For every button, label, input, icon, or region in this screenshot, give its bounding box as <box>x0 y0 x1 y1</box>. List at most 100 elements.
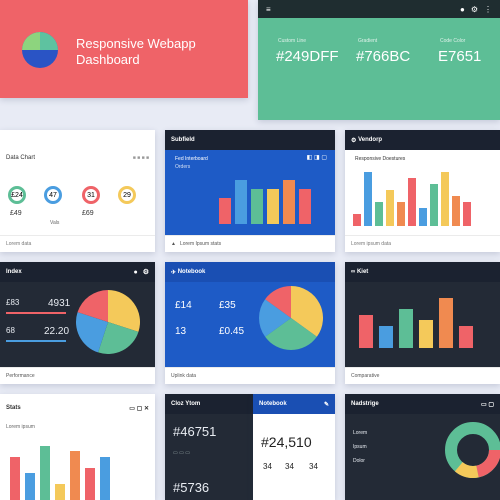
donut-legend-3: Dolor <box>353 458 365 464</box>
pie-dark-footer-text: Performance <box>6 373 35 379</box>
donut-chart <box>445 422 500 478</box>
pie-card-blue: ✈ Notebook £14 £35 13 £0.45 Uplink data <box>165 262 335 384</box>
bar-card-light-footer-text: Lorem ipsum data <box>351 241 392 247</box>
gauge-2: 47 <box>44 186 62 204</box>
pie-chart-1 <box>76 290 140 354</box>
hero-title-line1: Responsive Webapp <box>76 36 196 51</box>
bar-card-dark-header: ∞ Kiet <box>345 262 500 282</box>
bar-chart-1 <box>219 174 311 224</box>
chart-bar <box>10 456 20 500</box>
bar-card-blue-header: Subfield <box>165 130 335 150</box>
plane-icon: ✈ <box>171 269 177 276</box>
chart-controls[interactable]: ◧ ◨ ▢ <box>307 154 327 161</box>
pie-dark-v1: £83 <box>6 298 20 307</box>
donut-card-title: Nadstrige <box>351 401 379 407</box>
stat-label-2: Gradient <box>358 38 378 44</box>
donut-card: Nadstrige ▭ ▢ Lorem Ipsum Dolor <box>345 394 500 500</box>
footer-icon: ▲ <box>171 241 176 247</box>
donut-legend-2: Ipsum <box>353 444 367 450</box>
settings-small-icon[interactable]: ⚙ <box>351 137 356 144</box>
pie-card-dark-title: Index <box>6 269 22 275</box>
chart-bar <box>463 202 471 226</box>
numbers-card-light-header: Notebook ✎ <box>253 394 335 414</box>
bar-card-light-title: Vendorp <box>358 137 383 143</box>
numbers-card-light: Notebook ✎ #24,510 34 34 34 <box>253 394 335 500</box>
menu-icon[interactable]: ≡ <box>266 5 271 14</box>
chart-bar <box>364 172 372 226</box>
chart-bar <box>375 202 383 226</box>
bar-card-dark-footer: Comparative <box>345 367 500 384</box>
bar-card-bottom-title: Stats <box>6 405 21 411</box>
chart-bar <box>100 456 110 500</box>
bar-card-blue-footer-text: Lorem Ipsum stats <box>179 241 222 247</box>
numbers-card-dark-title: Cloz Ytom <box>171 401 201 407</box>
pie-blue-v1: £14 <box>175 300 192 311</box>
chart-bar <box>452 196 460 226</box>
gear-icon-2[interactable]: ⚙ <box>143 268 149 276</box>
chart-bar <box>251 188 263 224</box>
numbers-card-light-title: Notebook <box>259 401 287 407</box>
bar-dark-footer-text: Comparative <box>351 373 380 379</box>
gauges-card-title: Data Chart <box>6 155 36 161</box>
bar-card-blue-footer: ▲ Lorem Ipsum stats <box>165 235 335 252</box>
link-icon: ∞ <box>351 269 356 275</box>
stat-value-2: #766BC <box>356 48 411 65</box>
chart-bar <box>439 298 453 348</box>
chart-bar <box>419 320 433 348</box>
pie-card-dark-footer: Performance <box>0 367 155 384</box>
chart-bar <box>353 214 361 226</box>
chart-bar <box>408 178 416 226</box>
bar-card-light: ⚙ Vendorp Responsive Doestures Lorem ips… <box>345 130 500 252</box>
user-icon-2[interactable]: ● <box>133 269 137 276</box>
gauge-1-value: £24 <box>11 191 23 199</box>
gauge-1: £24 <box>8 186 26 204</box>
settings-icon[interactable]: ⚙ <box>471 5 478 14</box>
window-icons[interactable]: ▭ ▢ ✕ <box>129 405 149 412</box>
bar-card-light-subtitle: Responsive Doestures <box>355 156 406 162</box>
bar-card-dark: ∞ Kiet Comparative <box>345 262 500 384</box>
chart-bar <box>399 309 413 348</box>
pie-card-blue-footer: Uplink data <box>165 367 335 384</box>
hero-title-line2: Dashboard <box>76 52 140 67</box>
numbers-light-c: 34 <box>309 462 318 471</box>
gauge-label-3: Vals <box>50 220 60 226</box>
bar-card-blue-subtitle: Fed Interboard <box>175 156 208 162</box>
chart-bar <box>441 172 449 226</box>
bar-card-blue-title: Subfield <box>171 137 195 143</box>
chart-bar <box>25 473 35 500</box>
chart-bar <box>283 180 295 224</box>
chart-bar <box>419 208 427 226</box>
bar-card-bottom-header: Stats ▭ ▢ ✕ <box>0 398 155 418</box>
pie-dark-v3: 68 <box>6 326 15 335</box>
gauges-footer-text: Lorem data <box>6 241 32 247</box>
chart-bar <box>397 202 405 226</box>
numbers-dark-v2: #5736 <box>173 480 210 495</box>
edit-icon[interactable]: ✎ <box>324 401 329 408</box>
numbers-light-a: 34 <box>263 462 272 471</box>
numbers-card-dark-header: Cloz Ytom <box>165 394 253 414</box>
window-icons-2[interactable]: ▭ ▢ <box>481 401 494 408</box>
pie-blue-v4: £0.45 <box>219 326 245 337</box>
numbers-card-dark: Cloz Ytom #46751 ▭ ▭ ▭ #5736 <box>165 394 253 500</box>
logo-icon <box>22 32 58 68</box>
chart-bar <box>430 184 438 226</box>
user-icon[interactable]: ● <box>460 5 465 14</box>
hero-card: Responsive Webapp Dashboard <box>0 0 248 98</box>
chart-bar <box>55 483 65 500</box>
pie-blue-v2: £35 <box>219 300 236 311</box>
pie-card-blue-header: ✈ Notebook <box>165 262 335 282</box>
numbers-light-b: 34 <box>285 462 294 471</box>
pie-dark-bar2 <box>6 340 66 342</box>
pie-dark-bar1 <box>6 312 66 314</box>
chart-bar <box>85 467 95 500</box>
pie-dark-v2: 4931 <box>48 298 71 309</box>
more-icon[interactable]: ⋮ <box>484 5 492 14</box>
chart-bar <box>299 188 311 224</box>
bar-chart-3 <box>359 298 473 348</box>
stat-value-1: #249DFF <box>276 48 339 65</box>
gauge-3-value: 31 <box>87 191 95 199</box>
gauges-card-footer: Lorem data <box>0 235 155 252</box>
gauge-4-value: 29 <box>123 191 131 199</box>
bar-chart-4 <box>10 444 110 500</box>
bar-card-light-footer: Lorem ipsum data <box>345 235 500 252</box>
